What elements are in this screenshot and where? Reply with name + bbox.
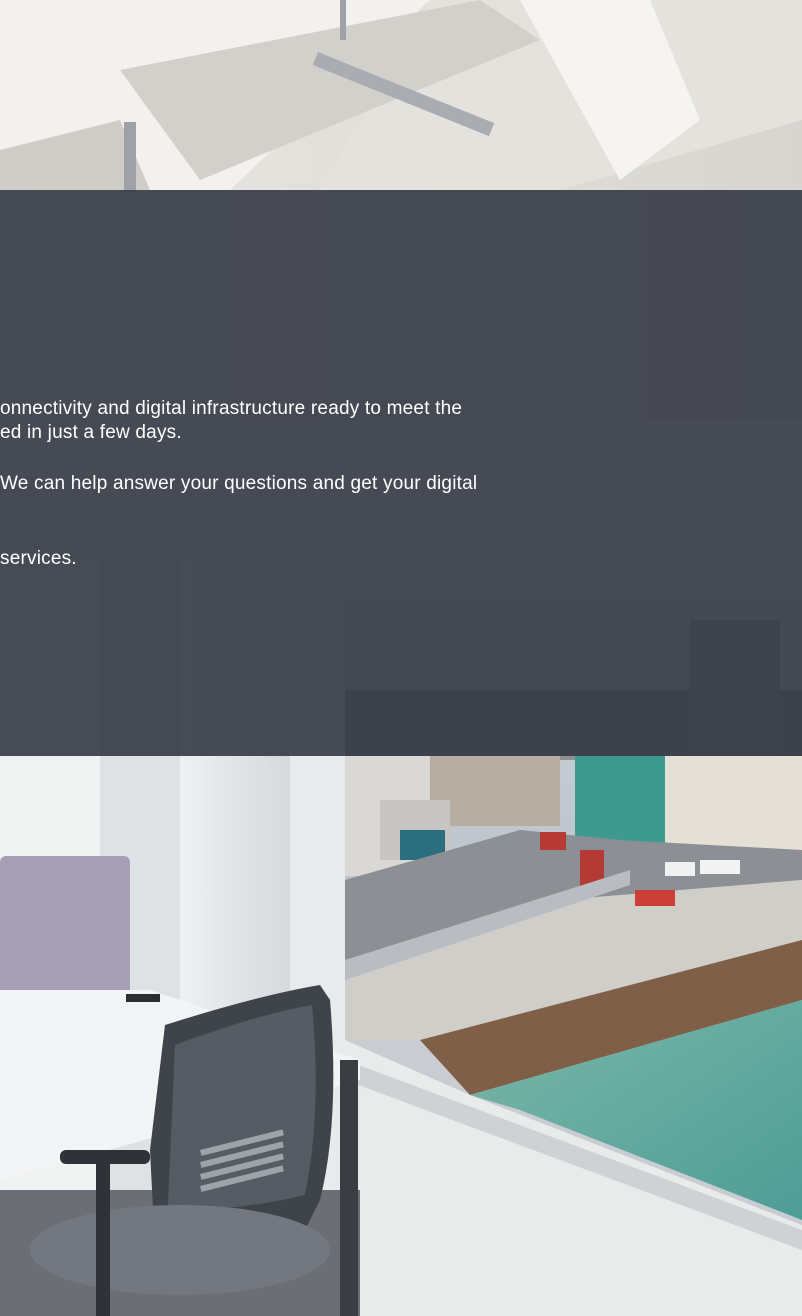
intro-line-2: ed in just a few days. [0,422,182,443]
help-line: We can help answer your questions and ge… [0,473,478,494]
services-line: services. [0,548,77,569]
intro-copy: onnectivity and digital infrastructure r… [0,397,720,571]
intro-line-1: onnectivity and digital infrastructure r… [0,398,463,419]
